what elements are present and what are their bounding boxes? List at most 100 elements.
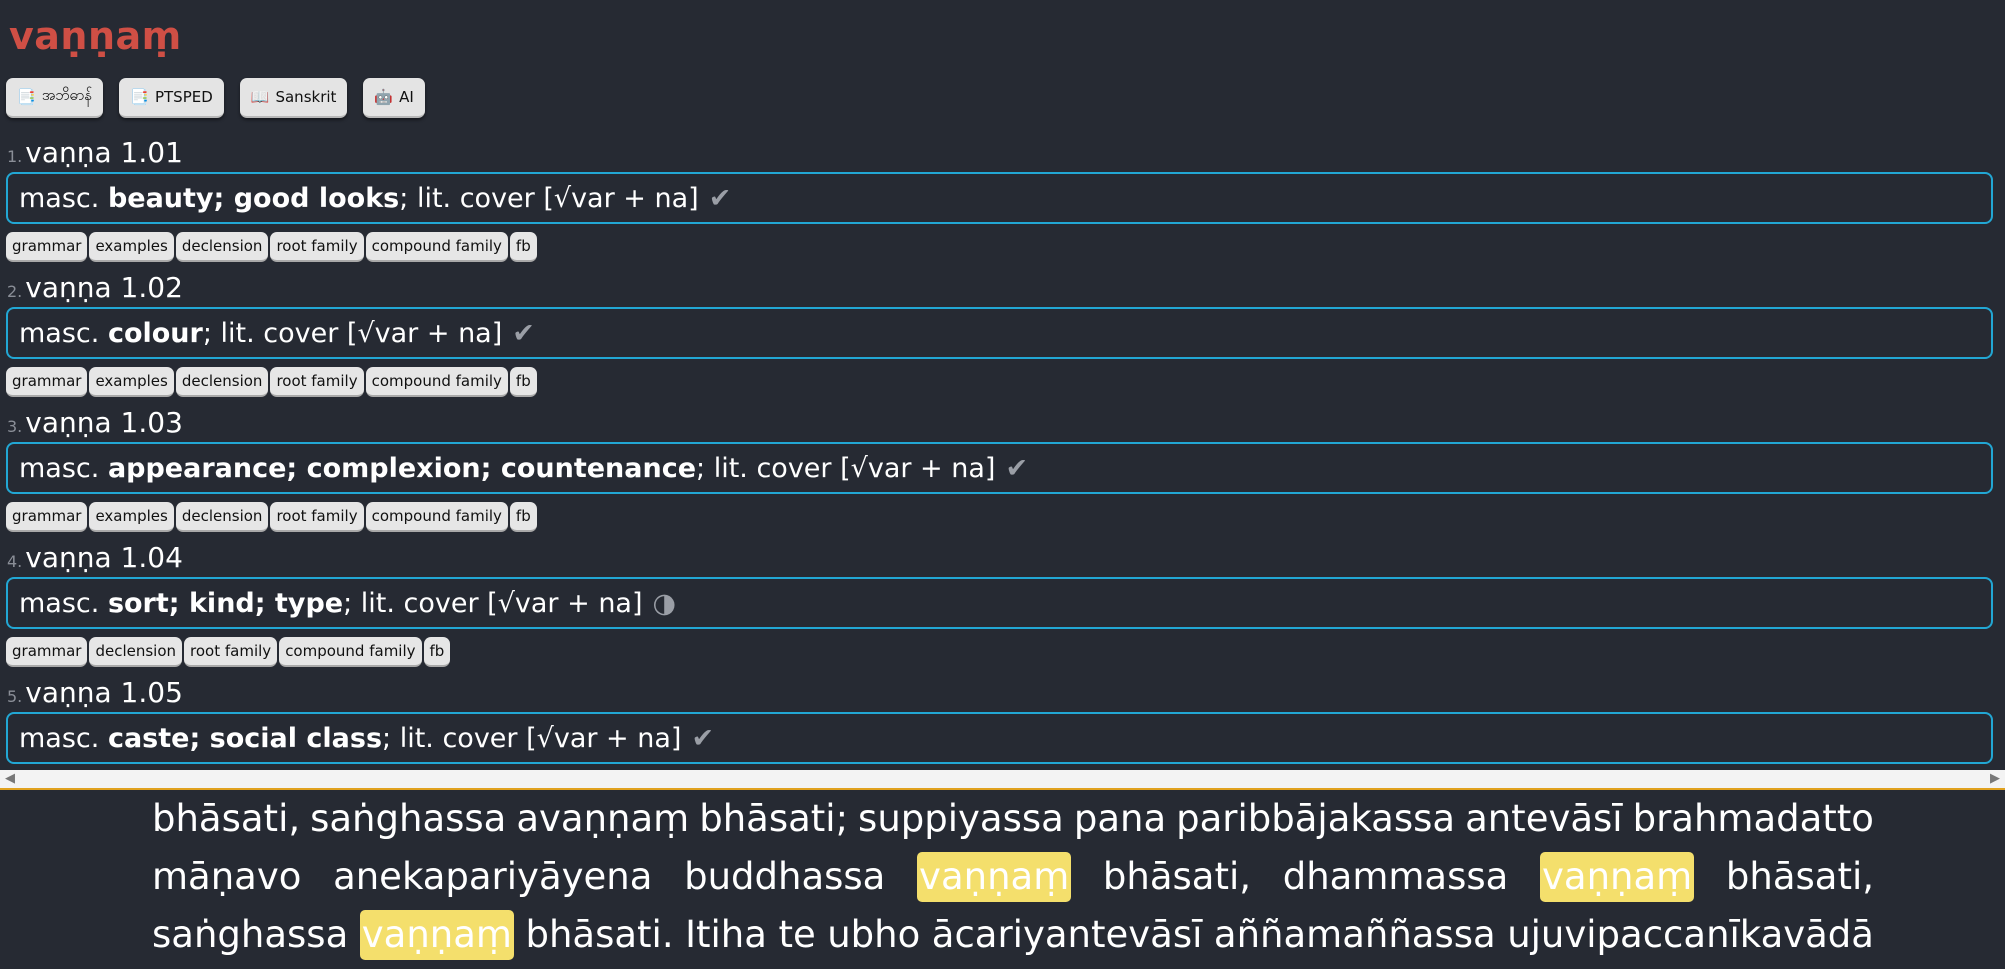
tag-examples[interactable]: examples	[89, 367, 174, 397]
word[interactable]: bhāsati,	[1726, 852, 1874, 902]
entry-tags: grammar examples declension root family …	[6, 367, 537, 397]
entry-title[interactable]: 1. vaṇṇa 1.01	[7, 136, 183, 169]
tag-grammar[interactable]: grammar	[6, 502, 88, 532]
meaning-text: caste; social class	[107, 722, 383, 754]
word[interactable]: ujuvipaccanīkavādā	[1507, 910, 1874, 960]
word[interactable]: bhāsati.	[525, 910, 673, 960]
reader-panel: bhāsati, saṅghassa avaṇṇaṃ bhāsati; supp…	[0, 790, 2005, 969]
tag-compound-family[interactable]: compound family	[365, 232, 508, 262]
meaning-text: sort; kind; type	[107, 587, 344, 619]
entry-title[interactable]: 3. vaṇṇa 1.03	[7, 406, 183, 439]
tag-examples[interactable]: examples	[89, 502, 174, 532]
reader-line-2: māṇavo anekapariyāyena buddhassa vaṇṇaṃ …	[152, 852, 1874, 902]
meaning-text: beauty; good looks	[107, 182, 400, 214]
tag-compound-family[interactable]: compound family	[365, 367, 508, 397]
checkmark-icon: ✔	[708, 182, 732, 214]
ai-button[interactable]: 🤖 AI	[363, 78, 425, 118]
tag-fb[interactable]: fb	[509, 367, 537, 397]
word[interactable]: bhāsati;	[699, 794, 848, 844]
bookmark-tabs-icon: 📑	[130, 88, 149, 106]
word[interactable]: suppiyassa	[858, 794, 1064, 844]
tag-root-family[interactable]: root family	[270, 367, 364, 397]
word[interactable]: Itiha	[685, 910, 767, 960]
entry-title[interactable]: 2. vaṇṇa 1.02	[7, 271, 183, 304]
word[interactable]: antevāsī	[1465, 794, 1623, 844]
meaning-box[interactable]: masc. caste; social class; lit. cover [√…	[6, 712, 1993, 764]
dictionary-panel: vaṇṇaṃ 📑 အဘိဓာန် 📑 PTSPED 📖 Sanskrit 🤖 A…	[0, 0, 2005, 770]
word[interactable]: buddhassa	[684, 852, 885, 902]
tag-grammar[interactable]: grammar	[6, 232, 88, 262]
tag-fb[interactable]: fb	[509, 232, 537, 262]
word[interactable]: saṅghassa	[310, 794, 506, 844]
word[interactable]: avaṇṇaṃ	[516, 794, 689, 844]
meaning-box[interactable]: masc. appearance; complexion; countenanc…	[6, 442, 1993, 494]
word[interactable]: aññamaññassa	[1214, 910, 1496, 960]
entry-number: 2.	[7, 282, 23, 301]
part-of-speech: masc.	[19, 722, 100, 754]
part-of-speech: masc.	[19, 317, 100, 349]
tag-examples[interactable]: examples	[89, 232, 174, 262]
tag-root-family[interactable]: root family	[184, 637, 278, 667]
tag-fb[interactable]: fb	[423, 637, 451, 667]
tag-declension[interactable]: declension	[175, 502, 269, 532]
literal-meaning: ; lit. cover [√var + na]	[696, 452, 996, 484]
entry-title[interactable]: 4. vaṇṇa 1.04	[7, 541, 183, 574]
literal-meaning: ; lit. cover [√var + na]	[382, 722, 682, 754]
entry-title[interactable]: 5. vaṇṇa 1.05	[7, 676, 183, 709]
horizontal-scrollbar[interactable]: ◀ ▶	[0, 770, 2005, 790]
scroll-right-arrow-icon[interactable]: ▶	[1990, 770, 2000, 788]
tag-compound-family[interactable]: compound family	[279, 637, 422, 667]
word[interactable]: bhāsati,	[152, 794, 300, 844]
tag-root-family[interactable]: root family	[270, 232, 364, 262]
entry-word: vaṇṇa 1.03	[25, 406, 183, 439]
word[interactable]: māṇavo	[152, 852, 301, 902]
word[interactable]: ācariyantevāsī	[932, 910, 1203, 960]
word[interactable]: anekapariyāyena	[333, 852, 652, 902]
tag-declension[interactable]: declension	[89, 637, 183, 667]
entry-tags: grammar declension root family compound …	[6, 637, 451, 667]
tag-fb[interactable]: fb	[509, 502, 537, 532]
tag-root-family[interactable]: root family	[270, 502, 364, 532]
meaning-box[interactable]: masc. colour; lit. cover [√var + na] ✔	[6, 307, 1993, 359]
dictionary-toolbar: 📑 အဘိဓာန် 📑 PTSPED 📖 Sanskrit 🤖 AI	[6, 78, 425, 118]
button-label: AI	[399, 88, 414, 106]
tag-compound-family[interactable]: compound family	[365, 502, 508, 532]
entry-number: 1.	[7, 147, 23, 166]
scroll-left-arrow-icon[interactable]: ◀	[5, 770, 15, 788]
word[interactable]: bhāsati,	[1103, 852, 1251, 902]
highlighted-word[interactable]: vaṇṇaṃ	[917, 852, 1072, 902]
entry-number: 5.	[7, 687, 23, 706]
entry-word: vaṇṇa 1.04	[25, 541, 183, 574]
entry-number: 4.	[7, 552, 23, 571]
reader-line-3: saṅghassa vaṇṇaṃ bhāsati. Itiha te ubho …	[152, 910, 1874, 960]
meaning-box[interactable]: masc. beauty; good looks; lit. cover [√v…	[6, 172, 1993, 224]
highlighted-word[interactable]: vaṇṇaṃ	[1540, 852, 1695, 902]
word[interactable]: pana	[1074, 794, 1166, 844]
part-of-speech: masc.	[19, 452, 100, 484]
entry-word: vaṇṇa 1.01	[25, 136, 183, 169]
sanskrit-button[interactable]: 📖 Sanskrit	[239, 78, 348, 118]
headword-title: vaṇṇaṃ	[9, 14, 182, 58]
button-label: အဘိဓာန်	[41, 86, 93, 104]
meaning-box[interactable]: masc. sort; kind; type; lit. cover [√var…	[6, 577, 1993, 629]
part-of-speech: masc.	[19, 182, 100, 214]
tag-declension[interactable]: declension	[175, 367, 269, 397]
button-label: PTSPED	[154, 88, 213, 106]
word[interactable]: dhammassa	[1283, 852, 1509, 902]
word[interactable]: te	[778, 910, 815, 960]
entry-word: vaṇṇa 1.02	[25, 271, 183, 304]
word[interactable]: saṅghassa	[152, 910, 348, 960]
word[interactable]: paribbājakassa	[1176, 794, 1455, 844]
tag-grammar[interactable]: grammar	[6, 637, 88, 667]
tag-declension[interactable]: declension	[175, 232, 269, 262]
bookmark-tabs-icon: 📑	[17, 88, 36, 106]
word[interactable]: ubho	[827, 910, 920, 960]
highlighted-word[interactable]: vaṇṇaṃ	[359, 910, 514, 960]
tag-grammar[interactable]: grammar	[6, 367, 88, 397]
myanmar-dictionary-button[interactable]: 📑 အဘိဓာန်	[6, 78, 104, 118]
ptsped-button[interactable]: 📑 PTSPED	[119, 78, 224, 118]
entry-word: vaṇṇa 1.05	[25, 676, 183, 709]
meaning-text: colour	[107, 317, 203, 349]
word[interactable]: brahmadatto	[1633, 794, 1874, 844]
literal-meaning: ; lit. cover [√var + na]	[202, 317, 503, 349]
